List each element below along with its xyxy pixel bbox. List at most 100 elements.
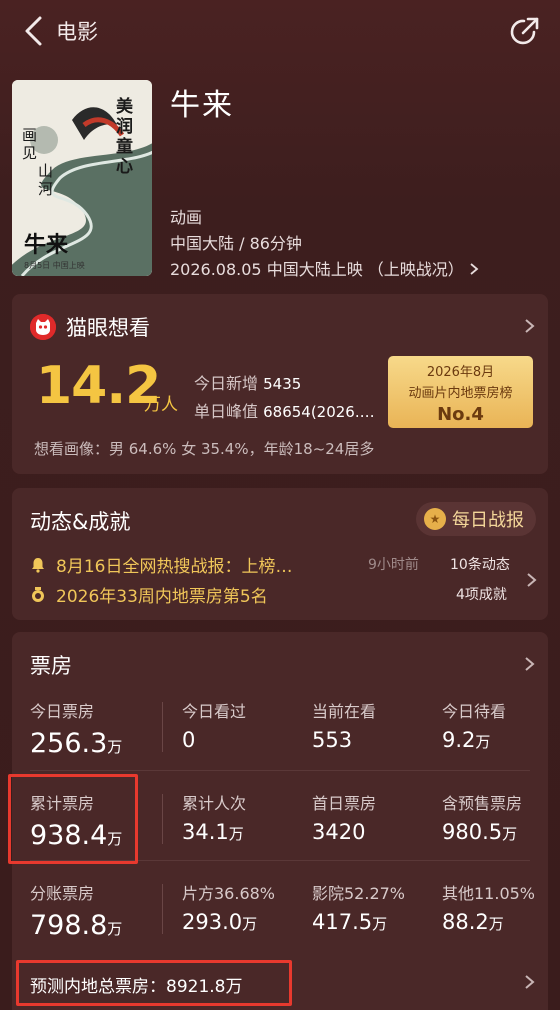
news-text: 8月16日全网热搜战报：上榜… <box>56 557 293 577</box>
daily-report-button[interactable]: ★ 每日战报 <box>416 502 536 536</box>
stat-number: 798.8 <box>30 910 108 941</box>
stat-label: 今日看过 <box>182 702 247 721</box>
poster-subtitle-2: 见 <box>22 144 37 162</box>
column-divider <box>162 884 163 934</box>
box-office-card[interactable]: 票房 今日票房 256.3万 今日看过 0 当前在看 553 今日待看 9.2万… <box>8 632 548 1010</box>
want-unit: 万人 <box>144 395 178 415</box>
badge-rank: No.4 <box>437 404 484 425</box>
today-new-stat: 今日新增 5435 <box>194 370 301 394</box>
stat-value: 88.2万 <box>442 910 535 934</box>
stat-label: 片方36.68% <box>182 884 276 903</box>
stat-unit: 万 <box>242 915 258 933</box>
poster-calligraphy-3: 童 <box>116 136 133 157</box>
stat-producer-share: 片方36.68% 293.0万 <box>182 880 275 934</box>
poster-subtitle-3: 山 <box>38 162 53 180</box>
chevron-right-icon[interactable] <box>522 318 538 334</box>
movie-detail-page: 电影 美 润 童 心 画 见 山 河 牛来 8月5日 中国上映 牛来 动画 中国… <box>0 0 560 1010</box>
today-new-value: 5435 <box>263 375 302 393</box>
stat-split-box-office: 分账票房 798.8万 <box>30 880 122 941</box>
share-icon[interactable] <box>508 14 542 48</box>
stat-number: 88.2 <box>442 910 489 934</box>
poster-calligraphy-1: 美 <box>116 96 134 117</box>
stat-value: 980.5万 <box>442 820 522 844</box>
column-divider <box>162 702 163 752</box>
stat-label: 当前在看 <box>312 702 377 721</box>
highlight-box-total <box>8 774 138 864</box>
daily-report-label: 每日战报 <box>452 510 524 531</box>
stat-value: 553 <box>312 728 376 752</box>
stat-value: 3420 <box>312 820 376 844</box>
stat-today-to-watch: 今日待看 9.2万 <box>442 698 506 752</box>
stat-number: 417.5 <box>312 910 373 934</box>
stat-value: 798.8万 <box>30 910 122 941</box>
stat-label: 分账票房 <box>30 884 95 903</box>
achievement-text: 2026年33周内地票房第5名 <box>56 587 268 607</box>
achievement-medal-icon <box>32 586 44 602</box>
want-title: 猫眼想看 <box>66 316 150 340</box>
want-total: 14.2 <box>36 356 161 416</box>
poster-subtitle-1: 画 <box>22 126 37 144</box>
stat-label: 影院52.27% <box>312 884 406 903</box>
stat-label: 首日票房 <box>312 794 377 813</box>
poster-calligraphy-4: 心 <box>116 157 133 177</box>
bell-icon <box>32 557 44 573</box>
column-divider <box>162 794 163 844</box>
stat-presale-box-office: 含预售票房 980.5万 <box>442 790 522 844</box>
stat-unit: 万 <box>107 920 123 938</box>
stat-unit: 万 <box>228 825 244 843</box>
stat-number: 256.3 <box>30 728 108 759</box>
stat-number: 553 <box>312 728 353 752</box>
stat-total-admissions: 累计人次 34.1万 <box>182 790 246 844</box>
stat-value: 34.1万 <box>182 820 246 844</box>
peak-stat: 单日峰值 68654(2026.… <box>194 398 375 422</box>
peak-value: 68654(2026.… <box>263 403 375 421</box>
stat-label: 今日票房 <box>30 702 95 721</box>
movie-poster[interactable]: 美 润 童 心 画 见 山 河 牛来 8月5日 中国上映 <box>12 80 152 276</box>
chevron-right-icon[interactable] <box>522 656 538 672</box>
row-divider <box>30 770 530 771</box>
movie-genre: 动画 <box>170 208 203 227</box>
stat-number: 3420 <box>312 820 366 844</box>
stat-value: 293.0万 <box>182 910 275 934</box>
stat-today-box-office: 今日票房 256.3万 <box>30 698 122 759</box>
chevron-right-icon[interactable] <box>522 974 538 990</box>
poster-name: 牛来 <box>24 232 69 258</box>
audience-portrait: 想看画像：男 64.6% 女 35.4%，年龄18~24居多 <box>34 440 375 458</box>
stat-value: 256.3万 <box>30 728 122 759</box>
dynamics-card[interactable]: 动态&成就 ★ 每日战报 8月16日全网热搜战报：上榜… 9小时前 10条动态 … <box>12 488 548 620</box>
stat-cinema-share: 影院52.27% 417.5万 <box>312 880 405 934</box>
highlight-box-forecast <box>16 960 292 1006</box>
ranking-badge[interactable]: 2026年8月 动画片内地票房榜 No.4 <box>388 356 533 428</box>
stat-unit: 万 <box>502 825 518 843</box>
stat-watching-now: 当前在看 553 <box>312 698 376 752</box>
news-row[interactable]: 8月16日全网热搜战报：上榜… <box>30 552 292 577</box>
stat-unit: 万 <box>475 733 491 751</box>
movie-title: 牛来 <box>170 88 234 123</box>
stat-label: 含预售票房 <box>442 794 523 813</box>
maoyan-cat-icon <box>30 314 56 340</box>
movie-region-duration: 中国大陆 / 86分钟 <box>170 234 302 253</box>
poster-art: 美 润 童 心 画 见 山 河 牛来 8月5日 中国上映 <box>12 80 152 276</box>
stat-other-share: 其他11.05% 88.2万 <box>442 880 535 934</box>
dynamics-title: 动态&成就 <box>30 510 131 534</box>
stat-first-day-box-office: 首日票房 3420 <box>312 790 376 844</box>
stat-value: 417.5万 <box>312 910 405 934</box>
stat-number: 9.2 <box>442 728 476 752</box>
achievement-count: 4项成就 <box>456 587 507 603</box>
back-arrow-icon[interactable] <box>20 14 48 48</box>
poster-subtitle-4: 河 <box>38 180 53 198</box>
want-to-watch-card[interactable]: 猫眼想看 14.2 万人 今日新增 5435 单日峰值 68654(2026.…… <box>12 294 548 474</box>
nav-title: 电影 <box>56 20 98 44</box>
achievement-row[interactable]: 2026年33周内地票房第5名 <box>30 582 268 607</box>
stat-number: 34.1 <box>182 820 229 844</box>
stat-label: 今日待看 <box>442 702 507 721</box>
box-office-title: 票房 <box>30 654 72 678</box>
stat-value: 9.2万 <box>442 728 506 752</box>
peak-label: 单日峰值 <box>194 402 259 421</box>
chevron-right-icon[interactable] <box>524 572 540 588</box>
medal-icon: ★ <box>424 508 446 530</box>
today-new-label: 今日新增 <box>194 374 259 393</box>
movie-release-link[interactable]: 2026.08.05 中国大陆上映 （上映战况） <box>170 256 479 280</box>
movie-release-text: 2026.08.05 中国大陆上映 （上映战况） <box>170 260 464 279</box>
stat-label: 累计人次 <box>182 794 247 813</box>
